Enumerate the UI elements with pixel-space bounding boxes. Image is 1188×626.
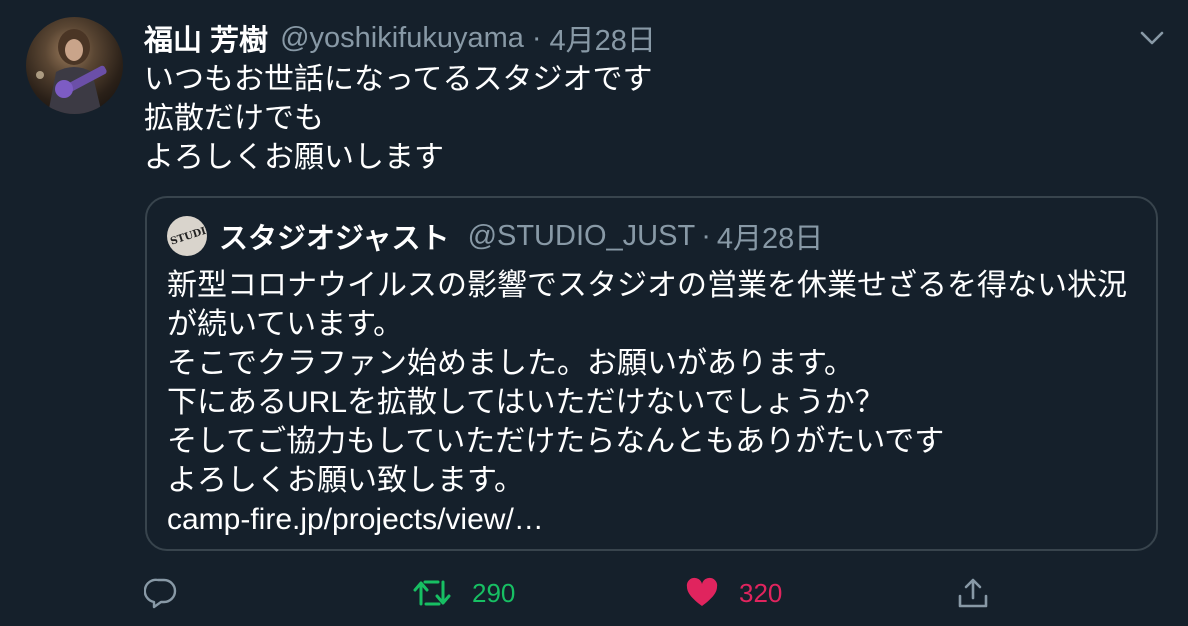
chevron-down-icon[interactable] (1138, 24, 1166, 52)
quoted-avatar: STUDIO JUST (167, 216, 207, 256)
quoted-text-line: が続いています。 (167, 308, 404, 341)
avatar[interactable] (26, 17, 123, 114)
like-count: 320 (739, 577, 783, 608)
tweet[interactable]: 福山 芳樹 @yoshikifukuyama · 4月28日 いつもお世話になっ… (0, 0, 1188, 626)
retweet-count: 290 (472, 577, 516, 608)
tweet-actions: 290 320 (0, 570, 1188, 616)
quoted-avatar-logo: STUDIO JUST (169, 216, 207, 248)
quoted-tweet-header: STUDIO JUST スタジオジャスト @STUDIO_JUST · 4月28… (167, 214, 823, 258)
retweet-icon (413, 580, 451, 606)
reply-button[interactable] (144, 570, 178, 616)
separator: · (701, 219, 711, 252)
quoted-display-name: スタジオジャスト (219, 223, 450, 255)
reply-icon (144, 578, 177, 609)
tweet-text-line: いつもお世話になってるスタジオです (144, 63, 653, 96)
tweet-header: 福山 芳樹 @yoshikifukuyama · 4月28日 (144, 18, 656, 58)
quoted-text-line: 新型コロナウイルスの影響でスタジオの営業を休業せざるを得ない状況 (167, 269, 1127, 302)
like-button[interactable]: 320 (685, 570, 782, 616)
quoted-text-line: そこでクラファン始めました。お願いがあります。 (167, 347, 854, 380)
tweet-text: いつもお世話になってるスタジオです 拡散だけでも よろしくお願いします (144, 60, 653, 177)
quoted-link[interactable]: camp-fire.jp/projects/view/… (167, 500, 1127, 539)
quoted-user-handle: @STUDIO_JUST (467, 219, 696, 252)
display-name[interactable]: 福山 芳樹 (144, 17, 268, 59)
quoted-text-line: 下にあるURLを拡散してはいただけないでしょうか？ (167, 386, 885, 419)
heart-icon (686, 577, 718, 606)
quoted-tweet-date: 4月28日 (716, 223, 824, 255)
quoted-tweet[interactable]: STUDIO JUST スタジオジャスト @STUDIO_JUST · 4月28… (145, 196, 1158, 551)
retweet-button[interactable]: 290 (412, 570, 515, 616)
quoted-tweet-text: 新型コロナウイルスの影響でスタジオの営業を休業せざるを得ない状況 が続いています… (167, 266, 1127, 539)
avatar-photo (36, 29, 107, 114)
user-handle[interactable]: @yoshikifukuyama (280, 22, 524, 55)
quoted-text-line: よろしくお願い致します。 (167, 464, 524, 497)
tweet-date[interactable]: 4月28日 (550, 17, 656, 59)
tweet-text-line: よろしくお願いします (144, 141, 444, 174)
share-button[interactable] (956, 570, 990, 616)
quoted-text-line: そしてご協力もしていただけたらなんともありがたいです (167, 425, 945, 458)
tweet-text-line: 拡散だけでも (144, 102, 324, 135)
share-icon (958, 578, 988, 608)
separator: · (531, 21, 542, 54)
